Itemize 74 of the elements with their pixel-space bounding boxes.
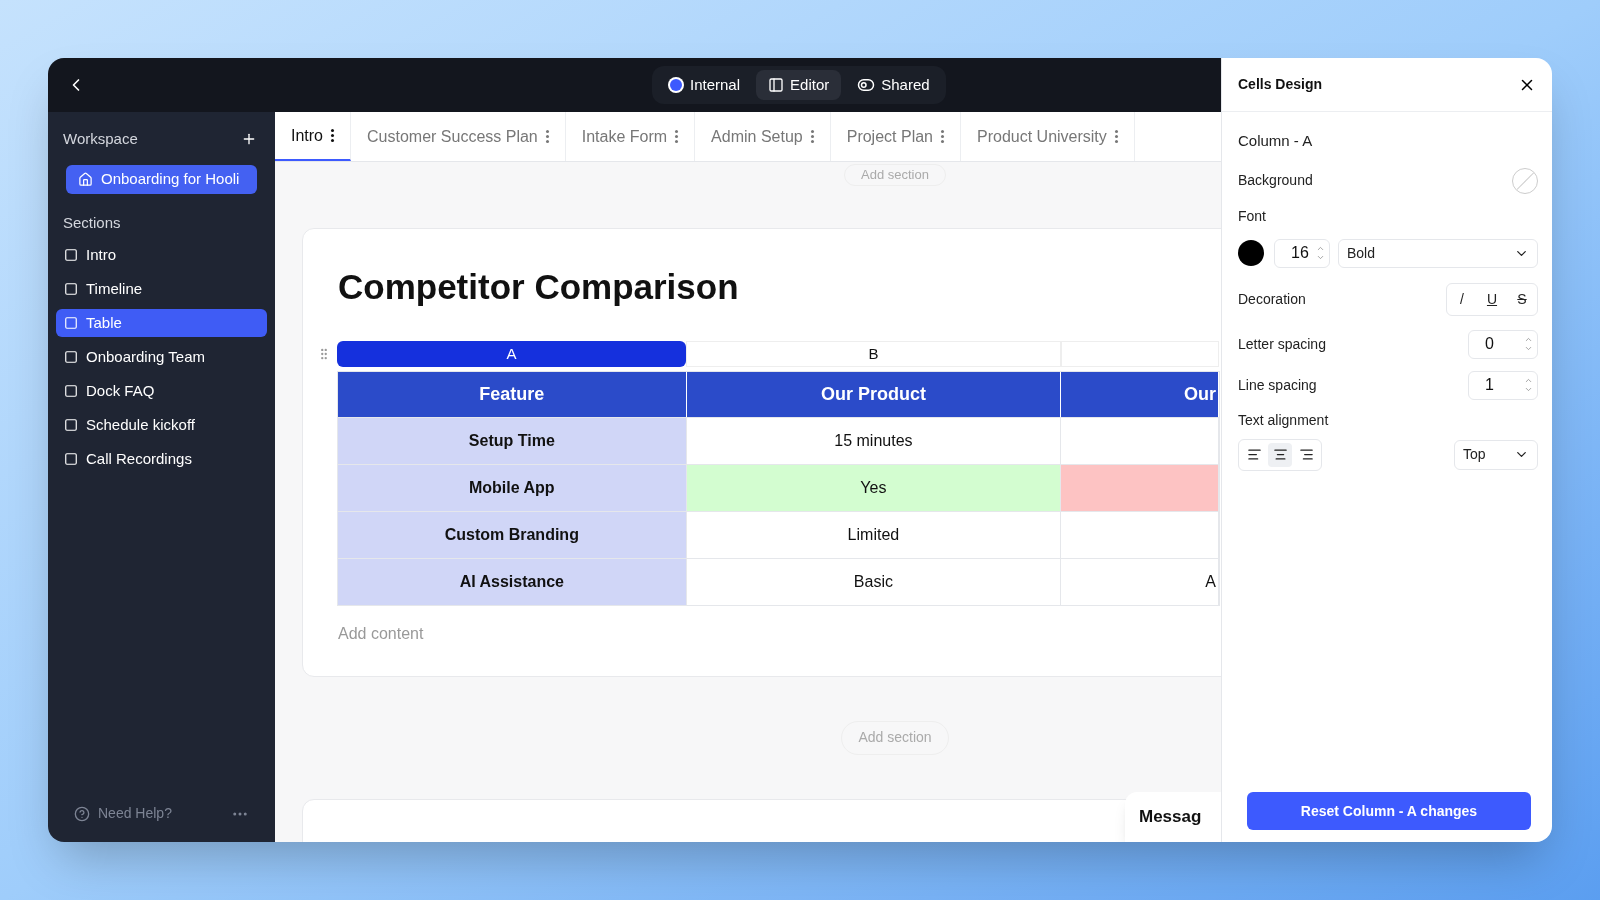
more-icon [545,130,549,143]
tab[interactable]: Product University [961,112,1135,161]
tab[interactable]: Intro [275,112,351,161]
tab[interactable]: Customer Success Plan [351,112,566,161]
table-cell: Custom Branding [338,511,687,558]
more-icon [810,130,814,143]
panel-icon [768,77,785,93]
font-weight-select[interactable]: Bold [1338,238,1538,268]
message-widget[interactable]: Messag [1125,792,1221,842]
sections-label: Sections [62,212,122,233]
tab[interactable]: Intake Form [565,112,696,161]
page-icon [64,350,78,364]
section-item[interactable]: Onboarding Team [56,343,267,371]
section-title: Competitor Comparison [338,266,740,308]
toggle-icon [857,76,876,94]
help-button[interactable]: Need Help? [74,803,172,824]
column-label: Column - A [1238,131,1314,151]
table-cell: AI Assistance [338,558,687,605]
decoration-toggle[interactable]: U [1481,288,1503,310]
align-center-icon [1272,447,1288,462]
line-spacing-label: Line spacing [1238,375,1317,395]
decoration-label: Decoration [1238,289,1306,309]
more-icon [1114,130,1118,143]
section-item[interactable]: Call Recordings [56,445,267,473]
align-right-icon [1298,447,1314,462]
stepper-icon [1524,376,1533,394]
mode-tab[interactable]: Internal [656,70,753,100]
column-letter[interactable]: B [686,340,1061,367]
more-icon [331,129,334,142]
page-icon [64,248,78,262]
table-cell: Yes [686,464,1062,511]
decoration-toggle[interactable]: / [1451,288,1473,310]
background-label: Background [1238,171,1313,190]
reset-button[interactable]: Reset Column - A changes [1247,792,1531,830]
page-icon [64,384,78,398]
number-field[interactable]: 16 [1274,238,1330,268]
mode-tab[interactable]: Shared [845,70,942,100]
vertical-align-select[interactable]: Top [1454,439,1538,470]
text-alignment-label: Text alignment [1238,410,1330,430]
home-icon [78,171,93,187]
font-label: Font [1238,206,1267,226]
section-item[interactable]: Timeline [56,275,267,303]
number-field[interactable]: 1 [1468,370,1538,400]
align-left-icon [1246,447,1262,462]
tab[interactable]: Admin Setup [695,112,831,161]
help-icon [74,805,90,822]
page-icon [64,418,78,432]
more-icon [941,130,944,143]
workspace-label: Workspace [63,129,138,149]
section-item[interactable]: Schedule kickoff [56,411,267,439]
table-cell: Setup Time [338,417,687,464]
tab[interactable]: Project Plan [830,112,961,161]
page-icon [64,316,78,330]
table-cell: Mobile App [338,464,687,511]
header-cell: Our [1061,371,1219,417]
stepper-icon [1524,335,1533,353]
font-color-swatch[interactable] [1238,240,1264,266]
page-icon [64,452,78,466]
number-field[interactable]: 0 [1468,329,1538,359]
more-icon [675,130,679,143]
section-item[interactable]: Table [56,309,267,337]
column-letter[interactable]: A [337,340,686,367]
mode-tab[interactable]: Editor [756,70,842,100]
workspace-button[interactable]: Onboarding for Hooli [66,164,257,194]
header-cell: Our Product [686,371,1062,417]
stepper-icon [1316,244,1325,262]
panel-title: Cells Design [1238,75,1323,94]
section-item[interactable]: Dock FAQ [56,377,267,405]
align-center-button[interactable] [1268,442,1292,467]
page-icon [64,282,78,296]
section-item[interactable]: Intro [56,241,267,269]
header-cell: Feature [338,371,687,417]
letter-spacing-label: Letter spacing [1238,334,1326,354]
decoration-toggle[interactable]: S [1511,288,1533,310]
